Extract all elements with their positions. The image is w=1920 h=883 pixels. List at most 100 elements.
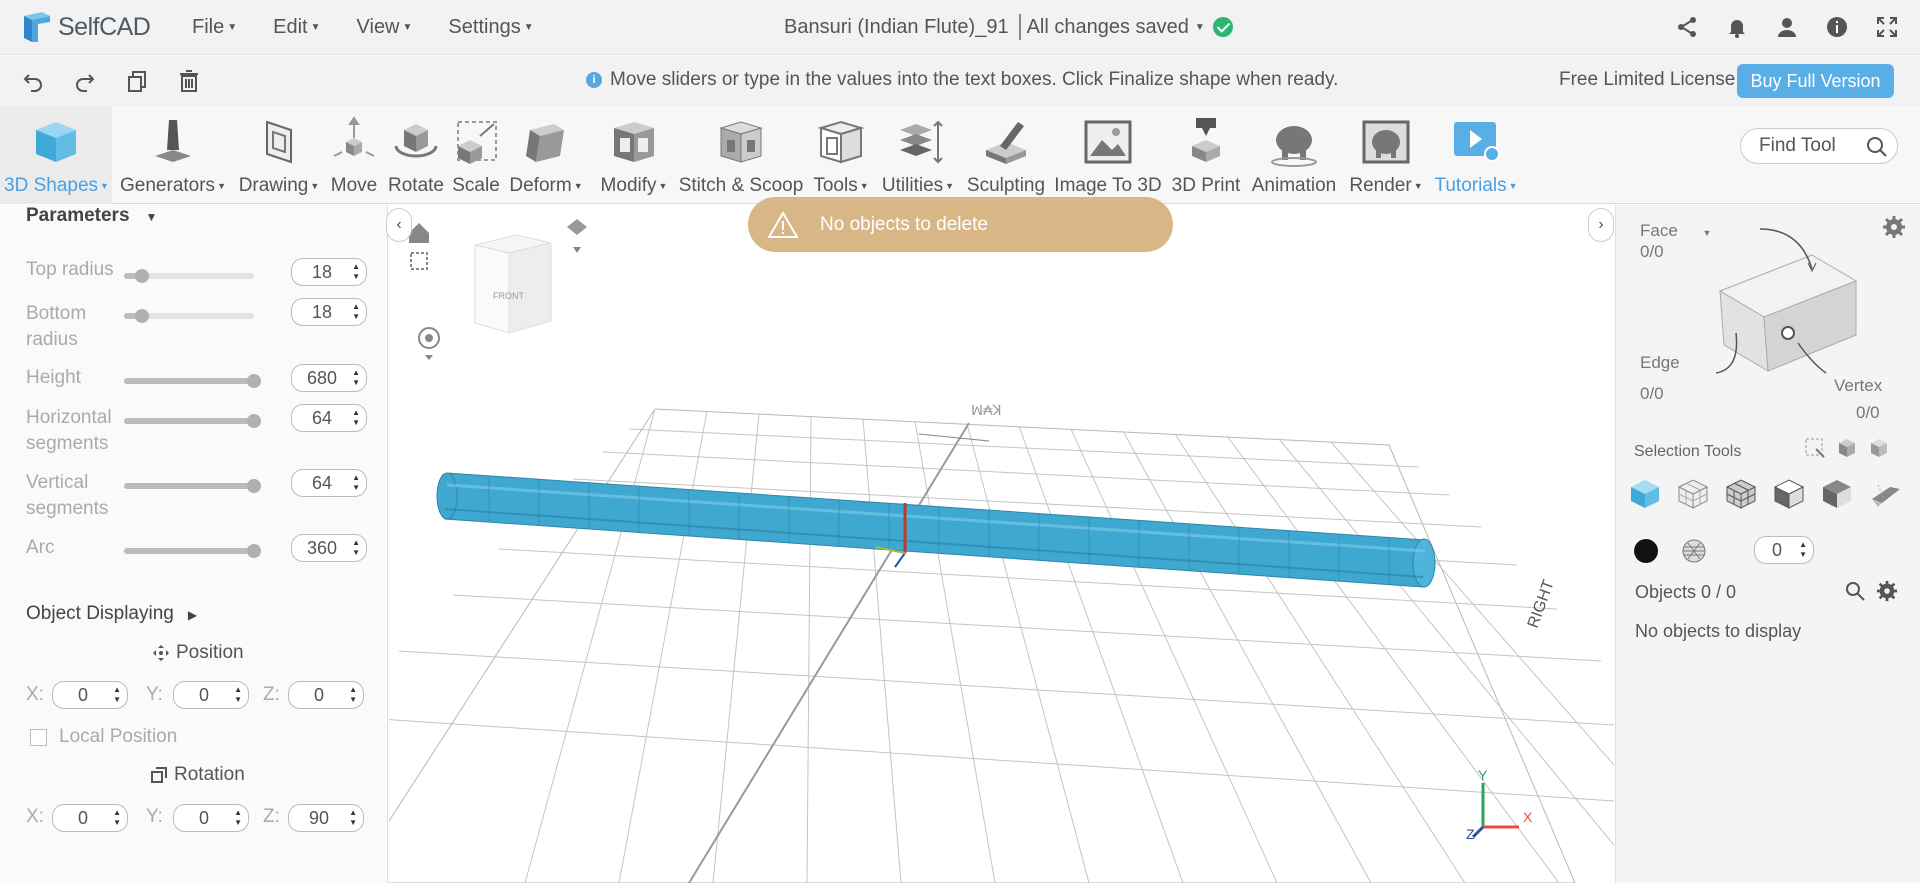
spinner-icon[interactable]: ▲ ▼	[349, 685, 357, 705]
layer-number-input[interactable]: 0 ▲ ▼	[1754, 536, 1814, 564]
orbit-icon[interactable]	[418, 327, 440, 360]
local-position-checkbox[interactable]: Local Position	[30, 726, 177, 748]
spinner-icon[interactable]: ▲ ▼	[113, 685, 121, 705]
input-arc[interactable]: 360 ▲ ▼	[291, 534, 367, 562]
camera-mode-icon[interactable]	[567, 219, 587, 253]
menu-settings[interactable]: Settings ▼	[448, 16, 533, 39]
save-status[interactable]: All changes saved	[1027, 16, 1189, 39]
find-tool-input[interactable]: Find Tool	[1740, 128, 1898, 164]
select-all-icon[interactable]	[1868, 437, 1890, 459]
checkbox-box[interactable]	[30, 728, 47, 746]
view-cube[interactable]: FRONT	[474, 234, 552, 334]
spinner-icon[interactable]: ▲ ▼	[234, 808, 242, 828]
select-mesh-icon[interactable]	[1676, 477, 1710, 511]
tool-rotate[interactable]: Rotate	[386, 106, 446, 204]
bansuri-flute-model[interactable]	[436, 472, 1436, 588]
fullscreen-icon[interactable]	[1874, 14, 1900, 40]
bell-icon[interactable]	[1724, 14, 1750, 40]
slider-knob[interactable]	[135, 269, 150, 283]
slider-knob[interactable]	[135, 309, 150, 323]
redo-icon[interactable]	[72, 68, 98, 94]
position-z-input[interactable]: 0 ▲ ▼	[288, 681, 364, 709]
spinner-icon[interactable]: ▲ ▼	[352, 262, 360, 282]
tool-move[interactable]: Move	[324, 106, 384, 204]
spinner-icon[interactable]: ▲ ▼	[352, 368, 360, 388]
input-bottom-radius[interactable]: 18 ▲ ▼	[291, 298, 367, 326]
selection-mode-cube-icon[interactable]	[1676, 215, 1876, 385]
tool-3d-print[interactable]: 3D Print	[1168, 106, 1244, 204]
tool-tools[interactable]: Tools ▼	[806, 106, 876, 204]
select-wireframe-icon[interactable]	[1724, 477, 1758, 511]
spinner-icon[interactable]: ▲ ▼	[352, 538, 360, 558]
select-cube-icon[interactable]	[1836, 437, 1858, 459]
tool-generators[interactable]: Generators ▼	[118, 106, 228, 204]
info-icon[interactable]	[1824, 14, 1850, 40]
rotation-y-input[interactable]: 0 ▲ ▼	[173, 804, 249, 832]
rotation-z-input[interactable]: 90 ▲ ▼	[288, 804, 364, 832]
parameters-header[interactable]: Parameters ▼	[26, 205, 157, 227]
select-face-icon[interactable]	[1820, 477, 1854, 511]
select-box-icon[interactable]	[1804, 437, 1826, 459]
input-height[interactable]: 680 ▲ ▼	[291, 364, 367, 392]
position-x-input[interactable]: 0 ▲ ▼	[52, 681, 128, 709]
tool-image-to-3d[interactable]: Image To 3D	[1052, 106, 1164, 204]
tool-3d-shapes[interactable]: 3D Shapes ▼	[0, 106, 112, 204]
slider-height[interactable]	[124, 374, 261, 388]
slider-knob[interactable]	[247, 544, 261, 558]
texture-sphere-icon[interactable]	[1680, 537, 1708, 565]
search-icon[interactable]	[1844, 580, 1866, 602]
slider-knob[interactable]	[247, 479, 261, 493]
slider-knob[interactable]	[247, 414, 261, 428]
buy-full-version-button[interactable]: Buy Full Version	[1737, 64, 1894, 98]
share-icon[interactable]	[1674, 14, 1700, 40]
delete-icon[interactable]	[176, 68, 202, 94]
tool-scale[interactable]: Scale	[448, 106, 504, 204]
menu-file[interactable]: File ▼	[192, 16, 237, 39]
object-displaying-header[interactable]: Object Displaying ▶	[26, 603, 197, 625]
tool-modify[interactable]: Modify ▼	[594, 106, 674, 204]
tool-animation[interactable]: Animation	[1248, 106, 1340, 204]
spinner-icon[interactable]: ▲ ▼	[352, 473, 360, 493]
select-object-icon[interactable]	[1628, 477, 1662, 511]
slider-horizontal-segments[interactable]	[124, 414, 261, 428]
input-vertical-segments[interactable]: 64 ▲ ▼	[291, 469, 367, 497]
spinner-icon[interactable]: ▲ ▼	[352, 302, 360, 322]
select-solid-icon[interactable]	[1772, 477, 1806, 511]
tool-deform[interactable]: Deform ▼	[506, 106, 586, 204]
color-black-swatch[interactable]	[1634, 539, 1658, 563]
spinner-icon[interactable]: ▲ ▼	[1799, 540, 1807, 560]
3d-viewport[interactable]: FRONT RIGHT ꟽ₳ꓘ Y X Z	[389, 205, 1614, 883]
spinner-icon[interactable]: ▲ ▼	[113, 808, 121, 828]
collapse-left-panel-button[interactable]: ‹	[386, 208, 412, 242]
tool-sculpting[interactable]: Sculpting	[964, 106, 1048, 204]
rotation-x-input[interactable]: 0 ▲ ▼	[52, 804, 128, 832]
collapse-right-panel-button[interactable]: ›	[1588, 208, 1614, 242]
home-view-icon[interactable]	[409, 223, 429, 243]
user-icon[interactable]	[1774, 14, 1800, 40]
tool-utilities[interactable]: Utilities ▼	[878, 106, 958, 204]
tool-drawing[interactable]: Drawing ▼	[236, 106, 322, 204]
spinner-icon[interactable]: ▲ ▼	[349, 808, 357, 828]
slider-knob[interactable]	[247, 374, 261, 388]
slider-bottom-radius[interactable]	[124, 309, 254, 323]
spinner-icon[interactable]: ▲ ▼	[234, 685, 242, 705]
slider-top-radius[interactable]	[124, 269, 254, 283]
slider-vertical-segments[interactable]	[124, 479, 261, 493]
input-horizontal-segments[interactable]: 64 ▲ ▼	[291, 404, 367, 432]
viewport-scene[interactable]: FRONT RIGHT ꟽ₳ꓘ Y X Z	[389, 205, 1614, 883]
tool-render[interactable]: Render ▼	[1346, 106, 1426, 204]
search-icon[interactable]	[1865, 135, 1889, 159]
save-status-caret-icon[interactable]: ▼	[1195, 22, 1205, 33]
selfcad-logo[interactable]: SelfCAD	[20, 10, 160, 44]
menu-edit[interactable]: Edit ▼	[273, 16, 320, 39]
undo-icon[interactable]	[20, 68, 46, 94]
tool-tutorials[interactable]: Tutorials ▼	[1432, 106, 1520, 204]
select-plane-icon[interactable]	[1868, 477, 1902, 511]
copy-icon[interactable]	[124, 68, 150, 94]
spinner-icon[interactable]: ▲ ▼	[352, 408, 360, 428]
fit-view-icon[interactable]	[410, 252, 428, 270]
gear-icon[interactable]	[1876, 580, 1898, 602]
slider-arc[interactable]	[124, 544, 261, 558]
tool-stitch-scoop[interactable]: Stitch & Scoop	[678, 106, 804, 204]
document-title[interactable]: Bansuri (Indian Flute)_91	[784, 16, 1009, 39]
